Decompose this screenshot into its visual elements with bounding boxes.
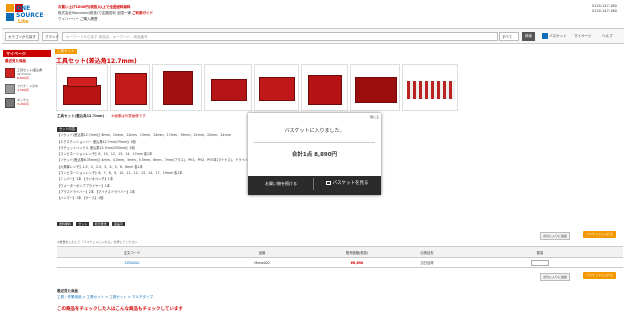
product-image-6[interactable] <box>301 64 348 111</box>
product-tags: 送料無料 セット 即日発送 返品可 <box>57 221 127 226</box>
sidebar: マイページ 最近見た商品 工具セット(差込角 12.7mm) 8,890円 スパナ… <box>3 50 51 120</box>
header-info: お買い上げ1000円(税抜)以上で全国送料無料 株式会社Monotaro(税抜)… <box>58 4 308 22</box>
table-header: 注文コード 品番 販売価格(税抜) 出荷目安 数量 <box>57 246 623 258</box>
product-sub-title: 工具セット(差込角12.7mm) ※画像は代表画像です <box>57 114 146 118</box>
search-scope-select[interactable]: すべて <box>499 32 519 41</box>
sidebar-item[interactable]: 工具セット(差込角 12.7mm) 8,890円 <box>3 66 51 82</box>
page: ONE SOURCE Lite お買い上げ1000円(税抜)以上で全国送料無料 … <box>0 0 626 318</box>
modal-total: 合計1点 8,890円 <box>291 152 338 158</box>
guide-link[interactable]: ご利用ガイド <box>132 11 153 15</box>
header-contact: 0120-147-160 0120-147-160 <box>592 4 624 14</box>
product-image-3[interactable] <box>152 64 202 111</box>
recent-heading: 最近見た商品 <box>57 289 78 293</box>
added-to-cart-modal: 閉じる バスケットに入りました。 合計1点 8,890円 お買い物を続ける バス… <box>248 113 381 195</box>
recommendation-heading: この商品をチェックした人はこんな商品もチェックしています <box>57 307 183 312</box>
product-thumbnail <box>5 84 15 94</box>
product-image-8[interactable] <box>402 64 458 111</box>
logo-square-blue <box>6 13 14 21</box>
product-image-1[interactable] <box>56 64 108 111</box>
logo-text-lite: Lite <box>18 19 29 25</box>
logo-text-source: SOURCE <box>16 12 44 19</box>
logo-text-one: ONE <box>16 5 31 12</box>
breadcrumb[interactable]: 工具／作業用品 > 工具セット > 工具セット > マルチタイプ <box>57 295 153 300</box>
product-thumbnail <box>5 98 15 108</box>
modal-button-divider <box>313 178 314 190</box>
product-image-4[interactable] <box>204 64 252 111</box>
help-link[interactable]: ヘルプ <box>602 31 613 42</box>
close-button[interactable]: 閉じる <box>370 115 379 119</box>
cart-icon <box>542 33 548 39</box>
fax-number: 0120-147-160 <box>592 9 617 13</box>
spec-heading: セット内容 <box>57 127 77 132</box>
mypage-link[interactable]: マイページ <box>574 31 591 42</box>
add-to-cart-button[interactable]: バスケットに入れる <box>583 231 617 238</box>
modal-divider <box>254 142 375 143</box>
tag: セット <box>76 222 90 226</box>
category-menu-button[interactable]: カテゴリから探す <box>5 32 39 41</box>
product-image-7[interactable] <box>350 64 400 111</box>
product-thumbnail <box>5 68 15 78</box>
category-label: 工具セット <box>55 49 77 54</box>
table-row: ZZ00000 Mono000 ¥8,890 当日出荷 <box>57 258 623 268</box>
product-image-5[interactable] <box>254 64 299 111</box>
brand-menu-button[interactable]: ブランド <box>42 32 59 41</box>
tag: 返品可 <box>111 222 125 226</box>
product-variant-table: 注文コード 品番 販売価格(税抜) 出荷目安 数量 ZZ00000 Mono00… <box>57 246 623 268</box>
site-logo[interactable]: ONE SOURCE Lite <box>6 4 44 26</box>
sidebar-item[interactable]: スパナ・メガネ 4,500円 <box>3 82 51 96</box>
tag: 送料無料 <box>57 222 74 226</box>
cart-icon <box>325 180 331 185</box>
product-image-2[interactable] <box>110 64 150 111</box>
continue-shopping-button[interactable]: お買い物を続ける <box>252 177 310 191</box>
sidebar-heading: マイページ <box>3 50 51 57</box>
spec-line: 【ハンマー】1本 【ケース】1個 <box>57 196 104 201</box>
header-info-line3[interactable]: ウイハーリー ご購入履歴 <box>58 16 308 22</box>
table-note: ※数量を入力して「バスケットに入れる」を押してください <box>57 240 138 244</box>
add-to-cart-button-bottom[interactable]: バスケットに入れる <box>583 272 617 279</box>
sidebar-item[interactable]: ボックス 3,200円 <box>3 96 51 110</box>
cart-link[interactable]: バスケット <box>542 31 567 42</box>
modal-message: バスケットに入りました。 <box>284 128 345 134</box>
add-to-favorites-button[interactable]: お気に入りに追加 <box>540 232 571 240</box>
view-cart-button[interactable]: バスケットを見る <box>316 177 378 191</box>
order-code-link[interactable]: ZZ00000 <box>57 261 207 265</box>
search-navbar: カテゴリから探す ブランド キーワードから探す 商品名、キーワード、商品番号 す… <box>2 28 624 44</box>
logo-square-orange <box>6 4 14 12</box>
quantity-input[interactable] <box>531 259 549 266</box>
add-to-favorites-button-bottom[interactable]: お気に入りに追加 <box>540 273 571 281</box>
tag: 即日発送 <box>92 222 109 226</box>
recently-viewed-heading: 最近見た商品 <box>5 59 26 63</box>
search-button[interactable]: 検索 <box>522 32 535 41</box>
search-input[interactable]: キーワードから探す 商品名、キーワード、商品番号 <box>62 32 498 41</box>
